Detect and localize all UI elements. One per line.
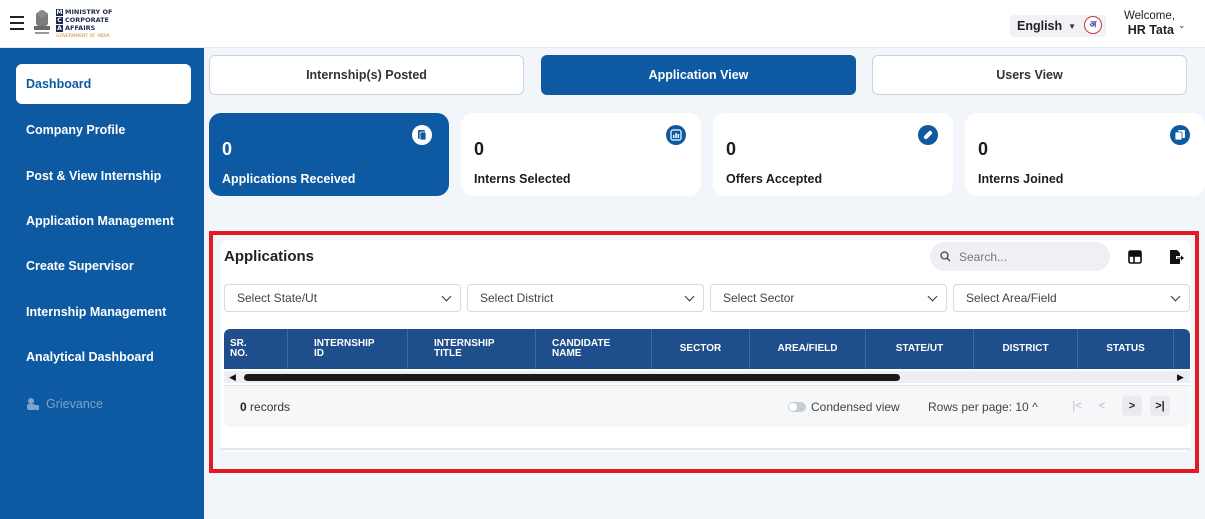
sidebar-item-internship-management[interactable]: Internship Management	[16, 292, 191, 332]
tab-application-view[interactable]: Application View	[541, 55, 856, 95]
card-value: 0	[726, 139, 737, 159]
chevron-down-icon[interactable]: ⌄	[1178, 20, 1186, 31]
grievance-lock-icon	[27, 398, 39, 410]
sidebar-item-analytical-dashboard[interactable]: Analytical Dashboard	[16, 337, 191, 377]
bar-chart-icon	[666, 125, 686, 145]
card-value: 0	[474, 139, 485, 159]
language-label: English	[1017, 19, 1063, 33]
sidebar-item-application-management[interactable]: Application Management	[16, 201, 191, 241]
welcome-text: Welcome,	[1124, 10, 1175, 22]
card-value: 0	[222, 139, 233, 159]
card-label: Applications Received	[222, 172, 356, 186]
logo-subtitle: GOVERNMENT OF INDIA	[56, 34, 110, 39]
hindi-language-icon[interactable]: अ	[1084, 16, 1102, 34]
national-emblem-icon	[34, 10, 50, 34]
pill-icon	[918, 125, 938, 145]
sidebar-item-company-profile[interactable]: Company Profile	[16, 110, 191, 150]
caret-down-icon: ▼	[1068, 21, 1077, 31]
sidebar-item-grievance[interactable]: Grievance	[16, 384, 191, 424]
logo-text: M MINISTRY OF C CORPORATE A AFFAIRS	[56, 8, 113, 32]
sidebar-item-post-view-internship[interactable]: Post & View Internship	[16, 156, 191, 196]
user-greeting[interactable]: Welcome, HR Tata	[1124, 9, 1175, 37]
card-label: Offers Accepted	[726, 172, 823, 186]
card-label: Interns Joined	[978, 172, 1064, 186]
user-name: HR Tata	[1127, 23, 1174, 37]
top-header: M MINISTRY OF C CORPORATE A AFFAIRS GOVERNM…	[0, 0, 1205, 48]
card-label: Interns Selected	[474, 172, 571, 186]
document-icon	[412, 125, 432, 145]
sidebar-item-create-supervisor[interactable]: Create Supervisor	[16, 246, 191, 286]
ministry-logo[interactable]: M MINISTRY OF C CORPORATE A AFFAIRS GOVERNM…	[32, 6, 122, 42]
card-interns-selected[interactable]: 0 Interns Selected	[461, 113, 701, 196]
language-selector[interactable]: English ▼ अ	[1010, 15, 1106, 37]
hamburger-menu-icon[interactable]	[6, 12, 28, 34]
card-value: 0	[978, 139, 989, 159]
highlight-box	[209, 231, 1199, 473]
card-interns-joined[interactable]: 0 Interns Joined	[965, 113, 1205, 196]
sidebar-item-dashboard[interactable]: Dashboard	[16, 64, 191, 104]
tab-internships-posted[interactable]: Internship(s) Posted	[209, 55, 524, 95]
tab-users-view[interactable]: Users View	[872, 55, 1187, 95]
card-applications-received[interactable]: 0 Applications Received	[209, 113, 449, 196]
copy-icon	[1170, 125, 1190, 145]
card-offers-accepted[interactable]: 0 Offers Accepted	[713, 113, 953, 196]
